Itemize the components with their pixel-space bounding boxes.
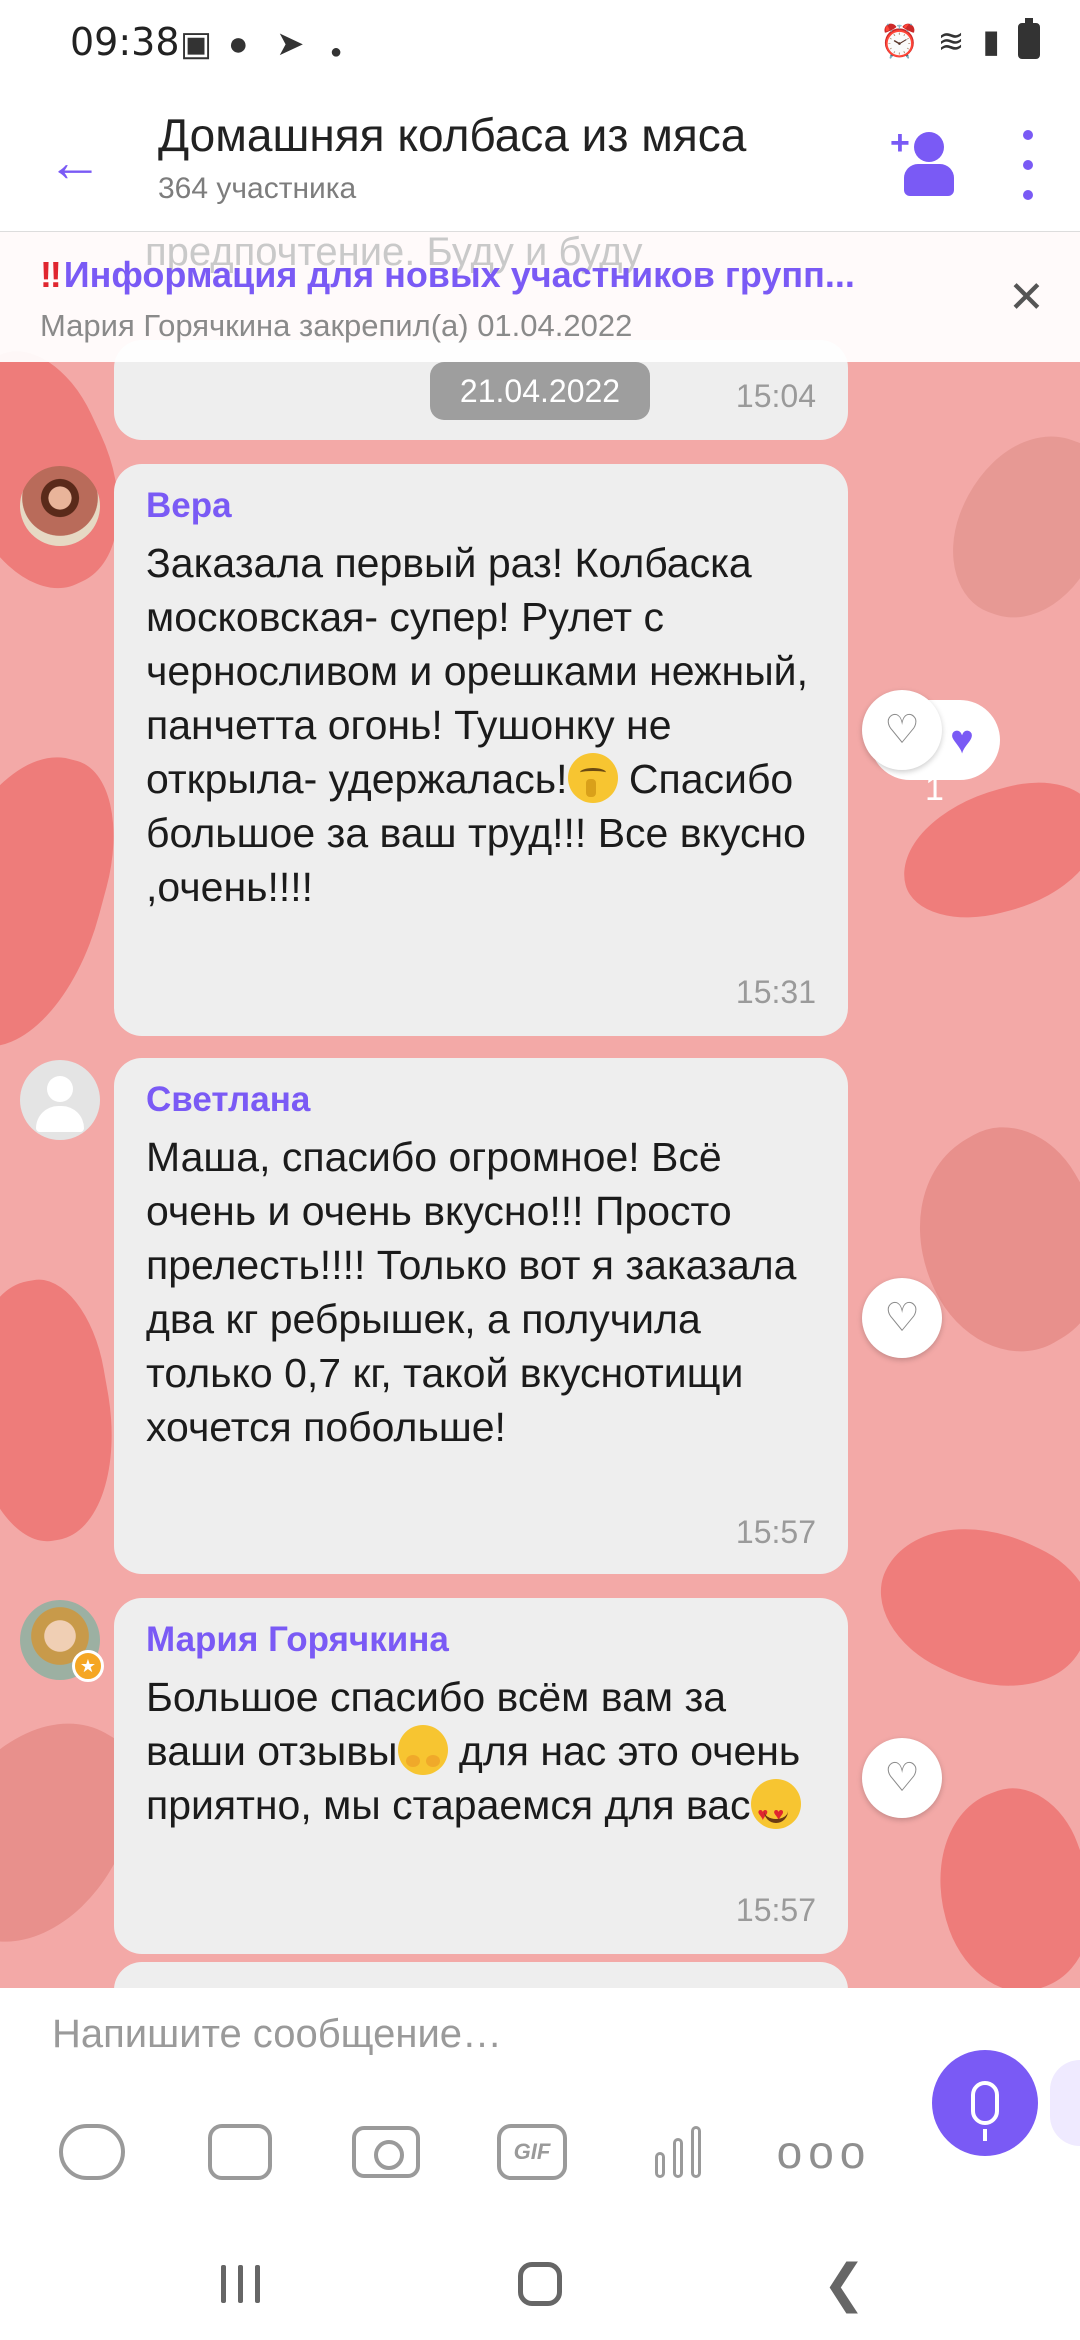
overflow-menu-icon[interactable] — [1008, 130, 1048, 200]
double-exclamation-icon: ‼ — [40, 254, 62, 295]
person-icon-body — [904, 164, 954, 196]
system-navigation-bar: ❮ — [0, 2228, 1080, 2340]
home-icon[interactable] — [500, 2252, 580, 2316]
chat-notification-icon: ● — [228, 25, 249, 63]
nav-back-icon[interactable]: ❮ — [804, 2252, 884, 2316]
microphone-button[interactable] — [932, 2050, 1038, 2156]
like-count: 1 — [925, 770, 944, 808]
background-petal — [858, 1493, 1080, 1719]
close-pinned-icon[interactable]: ✕ — [1008, 276, 1045, 320]
sender-name[interactable]: Мария Горячкина — [146, 1620, 449, 1660]
wifi-icon: ≋ — [937, 23, 965, 59]
heart-outline-icon[interactable]: ♡ — [862, 1738, 942, 1818]
recent-apps-icon[interactable] — [200, 2252, 280, 2316]
admin-star-icon: ★ — [72, 1650, 104, 1682]
sender-name[interactable]: Светлана — [146, 1080, 310, 1120]
message-bubble[interactable]: Вера Заказала первый раз! Колбаска моско… — [114, 464, 848, 1036]
signal-icon: ▮ — [982, 23, 1000, 59]
status-bar: 09:38 ▣ ● ➤ ● ⏰ ≋ ▮ — [0, 0, 1080, 86]
background-petal — [0, 1270, 132, 1552]
plus-icon: + — [890, 124, 910, 162]
message-input[interactable]: Напишите сообщение… — [52, 2012, 502, 2057]
participants-count[interactable]: 364 участника — [158, 172, 356, 206]
date-chip: 21.04.2022 — [430, 362, 650, 420]
message-text: Заказала первый раз! Колбаска московская… — [146, 536, 836, 914]
background-petal — [931, 412, 1080, 640]
chat-header: ← Домашняя колбаса из мяса 364 участника… — [0, 86, 1080, 231]
back-arrow-icon[interactable]: ← — [40, 126, 110, 196]
more-options-icon[interactable]: ooo — [777, 2108, 868, 2196]
microphone-icon — [971, 2081, 999, 2141]
message-composer: Напишите сообщение… GIF ooo — [0, 1988, 1080, 2228]
avatar[interactable] — [20, 1060, 100, 1140]
gif-label: GIF — [497, 2124, 567, 2180]
hugging-face-emoji-icon — [397, 1725, 448, 1775]
heart-eyes-emoji-icon — [750, 1779, 801, 1841]
message-time: 15:04 — [735, 378, 816, 414]
chat-title[interactable]: Домашняя колбаса из мяса — [158, 108, 746, 162]
add-participant-button[interactable]: + — [890, 124, 962, 198]
pinned-subtitle: Мария Горячкина закрепил(а) 01.04.2022 — [40, 308, 633, 343]
message-time: 15:57 — [735, 1514, 816, 1550]
message-bubble[interactable]: Светлана Маша, спасибо огромное! Всё оче… — [114, 1058, 848, 1574]
message-text: Маша, спасибо огромное! Всё очень и очен… — [146, 1134, 797, 1450]
telegram-notification-icon: ➤ — [276, 25, 305, 63]
status-right-icons: ⏰ ≋ ▮ — [879, 18, 1040, 60]
shushing-face-emoji-icon — [567, 753, 618, 803]
sender-name[interactable]: Вера — [146, 486, 232, 526]
pinned-message-banner[interactable]: предпочтение. Буду и буду ‼Информация дл… — [0, 230, 1080, 362]
pinned-title[interactable]: ‼Информация для новых участников групп..… — [40, 254, 855, 296]
more-notifications-dot-icon: ● — [330, 41, 343, 63]
default-avatar-body — [36, 1106, 84, 1132]
message-time: 15:31 — [735, 974, 816, 1010]
message-text: Большое спасибо всём вам за ваши отзывы … — [146, 1670, 836, 1841]
heart-outline-icon[interactable]: ♡ — [862, 1278, 942, 1358]
background-petal — [910, 1771, 1080, 1988]
side-button-peek[interactable] — [1050, 2060, 1080, 2146]
heart-filled-icon[interactable]: ♥ — [932, 710, 992, 770]
composer-toolbar: GIF ooo — [38, 2108, 878, 2198]
avatar[interactable] — [20, 466, 100, 546]
camera-icon[interactable] — [342, 2108, 430, 2196]
gif-icon[interactable]: GIF — [488, 2108, 576, 2196]
gallery-notification-icon: ▣ — [180, 25, 213, 63]
battery-icon — [1018, 18, 1040, 59]
default-avatar-icon — [47, 1076, 73, 1102]
heart-outline-icon[interactable]: ♡ — [862, 690, 942, 770]
background-petal — [887, 767, 1080, 935]
poll-icon[interactable] — [634, 2108, 722, 2196]
message-bubble[interactable]: Мария Горячкина Большое спасибо всём вам… — [114, 1598, 848, 1954]
gallery-icon[interactable] — [196, 2108, 284, 2196]
pinned-title-text: Информация для новых участников групп... — [63, 254, 855, 295]
alarm-icon: ⏰ — [879, 23, 920, 59]
sticker-icon[interactable] — [48, 2108, 136, 2196]
message-time: 15:57 — [735, 1892, 816, 1928]
person-icon — [914, 132, 944, 162]
status-time: 09:38 — [70, 20, 180, 64]
